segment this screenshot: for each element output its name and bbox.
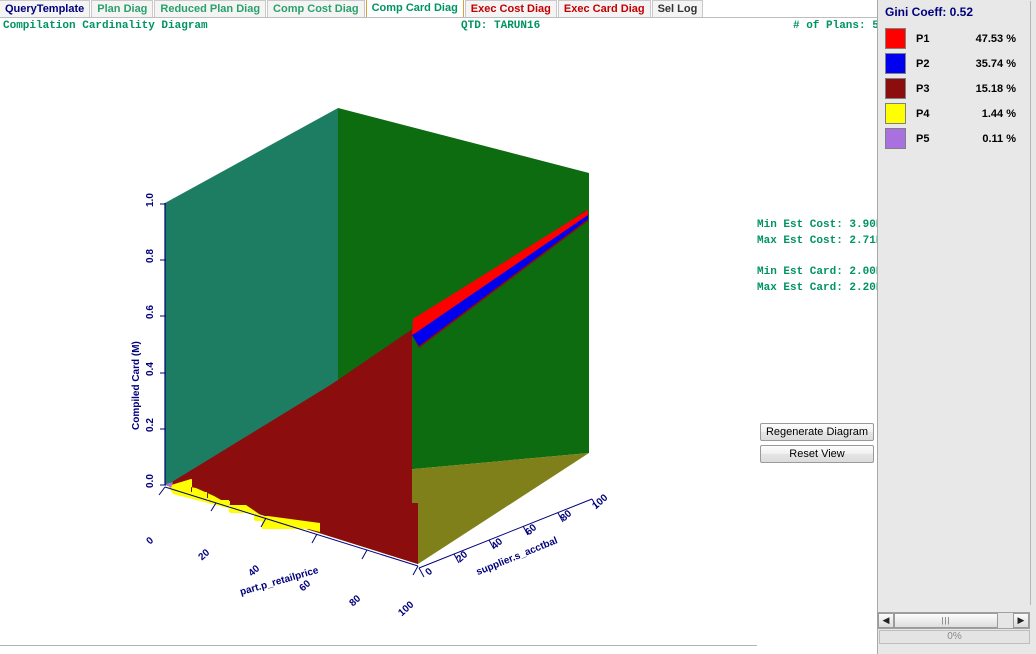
z-tick-1: 0.2 (145, 418, 156, 432)
query-template-id: QTD: TARUN16 (461, 20, 540, 32)
legend-row-p4[interactable]: P4 1.44 % (885, 101, 1025, 126)
x-tick-1: 20 (197, 547, 213, 563)
x-tick-4: 80 (348, 593, 364, 609)
min-est-cost-label: Min Est Cost: 3.90E4 (757, 219, 889, 231)
cardinality-diagram-canvas[interactable]: 0.0 0.2 0.4 0.6 0.8 1.0 Compiled Card (M… (0, 35, 757, 645)
legend-row-p1[interactable]: P1 47.53 % (885, 26, 1025, 51)
plan-color-swatch-p5 (885, 128, 906, 149)
plan-color-swatch-p3 (885, 78, 906, 99)
tab-querytemplate[interactable]: QueryTemplate (0, 0, 90, 17)
diagram-header-strip: Compilation Cardinality Diagram QTD: TAR… (0, 18, 877, 35)
y-tick-4: 80 (559, 508, 575, 524)
plan-percent-p2: 35.74 % (950, 58, 1016, 70)
scroll-right-arrow-icon[interactable]: ▶ (1013, 613, 1029, 628)
y-tick-0: 0 (424, 566, 436, 578)
legend-row-p3[interactable]: P3 15.18 % (885, 76, 1025, 101)
plan-percent-p4: 1.44 % (950, 108, 1016, 120)
tab-sel-log[interactable]: Sel Log (652, 0, 704, 17)
max-est-card-label: Max Est Card: 2.20E4 (757, 282, 889, 294)
scrollbar-thumb[interactable]: ||| (894, 613, 998, 628)
plan-name-p4: P4 (916, 108, 950, 120)
plan-percent-p1: 47.53 % (950, 33, 1016, 45)
regenerate-diagram-button[interactable]: Regenerate Diagram (760, 423, 874, 441)
diagram-tab-bar: QueryTemplate Plan Diag Reduced Plan Dia… (0, 0, 877, 18)
plan-color-swatch-p1 (885, 28, 906, 49)
x-tick-0: 0 (145, 535, 157, 547)
plan-count-label: # of Plans: 5 (793, 20, 879, 32)
plan-color-swatch-p2 (885, 53, 906, 74)
plan-percent-p3: 15.18 % (950, 83, 1016, 95)
z-tick-4: 0.8 (145, 249, 156, 263)
y-tick-5: 100 (590, 492, 610, 512)
progress-bar: 0% (879, 630, 1030, 644)
progress-percent-label: 0% (880, 631, 1029, 643)
reset-view-button[interactable]: Reset View (760, 445, 874, 463)
y-tick-1: 20 (455, 549, 471, 565)
min-est-card-label: Min Est Card: 2.00E1 (757, 266, 889, 278)
scroll-left-arrow-icon[interactable]: ◀ (878, 613, 894, 628)
max-est-cost-label: Max Est Cost: 2.71E5 (757, 235, 889, 247)
plan-legend-inner: Gini Coeff: 0.52 P1 47.53 % P2 35.74 % P… (879, 1, 1031, 605)
plan-percent-p5: 0.11 % (950, 133, 1016, 145)
gini-coefficient-label: Gini Coeff: 0.52 (885, 5, 973, 19)
y-axis-label: supplier.s_acctbal (475, 535, 560, 578)
tab-comp-cost-diag[interactable]: Comp Cost Diag (267, 0, 365, 17)
plan-name-p1: P1 (916, 33, 950, 45)
z-tick-5: 1.0 (145, 193, 156, 207)
plan-legend-rows: P1 47.53 % P2 35.74 % P3 15.18 % P4 1.44 (885, 26, 1025, 151)
plan-name-p2: P2 (916, 58, 950, 70)
diagram-info-column: Min Est Cost: 3.90E4 Max Est Cost: 2.71E… (757, 35, 877, 645)
tab-plan-diag[interactable]: Plan Diag (91, 0, 153, 17)
z-tick-0: 0.0 (145, 474, 156, 488)
plan-color-swatch-p4 (885, 103, 906, 124)
legend-row-p2[interactable]: P2 35.74 % (885, 51, 1025, 76)
legend-row-p5[interactable]: P5 0.11 % (885, 126, 1025, 151)
plan-name-p3: P3 (916, 83, 950, 95)
page-title: Compilation Cardinality Diagram (3, 20, 208, 32)
plan-legend-panel: Gini Coeff: 0.52 P1 47.53 % P2 35.74 % P… (877, 0, 1036, 654)
plan-name-p5: P5 (916, 133, 950, 145)
scrollbar-track[interactable]: ||| (894, 613, 1013, 628)
z-axis-label: Compiled Card (M) (131, 341, 142, 430)
plot-svg: 0.0 0.2 0.4 0.6 0.8 1.0 Compiled Card (M… (0, 35, 757, 645)
bottom-strip (0, 646, 877, 654)
x-tick-5: 100 (396, 599, 416, 619)
tab-comp-card-diag[interactable]: Comp Card Diag (366, 0, 464, 17)
tab-exec-card-diag[interactable]: Exec Card Diag (558, 0, 651, 17)
tab-reduced-plan-diag[interactable]: Reduced Plan Diag (154, 0, 266, 17)
y-tick-3: 60 (524, 522, 540, 538)
z-tick-2: 0.4 (145, 362, 156, 376)
z-tick-3: 0.6 (145, 305, 156, 319)
app-window: QueryTemplate Plan Diag Reduced Plan Dia… (0, 0, 1036, 654)
x-tick-2: 40 (247, 563, 263, 579)
legend-horizontal-scrollbar[interactable]: ◀ ||| ▶ (877, 612, 1030, 629)
tab-exec-cost-diag[interactable]: Exec Cost Diag (465, 0, 557, 17)
